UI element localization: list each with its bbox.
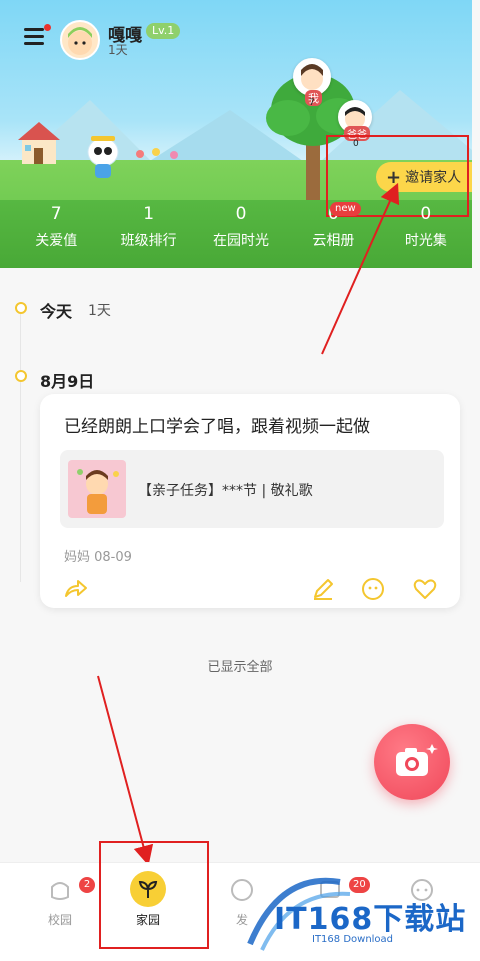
stat-value: 0 [235, 204, 247, 224]
camera-fab-button[interactable] [374, 724, 450, 800]
stat-label: 云相册 [312, 233, 355, 249]
stat-time-collection[interactable]: 0 时光集 [380, 196, 472, 268]
stat-care-value[interactable]: 7 关爱值 [10, 196, 102, 268]
nav-campus-badge: 2 [79, 877, 95, 893]
stat-label: 关爱值 [35, 233, 78, 249]
post-text: 已经朗朗上口学会了唱，跟着视频一起做 [64, 417, 370, 437]
timeline-line [20, 302, 21, 582]
timeline-today-days: 1天 [88, 303, 111, 319]
task-thumbnail [68, 460, 126, 518]
flowers-illustration [136, 148, 178, 159]
stat-label: 班级排行 [120, 233, 177, 249]
task-title: 【亲子任务】***节 | 敬礼歌 [138, 483, 313, 499]
stat-value: 1 [143, 204, 155, 224]
task-link[interactable]: 【亲子任务】***节 | 敬礼歌 [60, 450, 444, 528]
timeline-date: 8月9日 [40, 372, 95, 391]
nav-label: 校园 [47, 913, 72, 927]
member-me-count: 7 [309, 98, 315, 108]
watermark-sub: IT168 Download [312, 934, 394, 945]
stat-value: 0 [420, 204, 432, 224]
campus-icon [51, 882, 69, 900]
watermark-brand: IT168下载站 [274, 902, 467, 937]
camera-icon [396, 744, 438, 776]
new-badge: new [330, 202, 361, 216]
timeline-dot [15, 302, 27, 314]
post-card[interactable]: 已经朗朗上口学会了唱，跟着视频一起做 【亲子任务】***节 | 敬礼歌 妈妈 0… [40, 394, 460, 608]
post-author-date: 妈妈 08-09 [64, 550, 132, 565]
stat-school-time[interactable]: 0 在园时光 [195, 196, 287, 268]
days-count: 1天 [108, 43, 128, 57]
timeline-dot [15, 370, 27, 382]
mascot-illustration [87, 136, 119, 178]
share-icon[interactable] [62, 576, 88, 602]
avatar[interactable] [60, 20, 100, 60]
timeline-today: 今天 [40, 302, 73, 321]
stat-class-rank[interactable]: 1 班级排行 [102, 196, 194, 268]
stat-label: 时光集 [404, 233, 447, 249]
heart-icon[interactable] [412, 576, 438, 602]
level-badge: Lv.1 [146, 23, 181, 39]
edit-icon[interactable] [310, 576, 336, 602]
house-illustration [18, 122, 60, 164]
stats-bar: 7 关爱值 1 班级排行 0 在园时光 0 云相册 0 时光集 [10, 196, 472, 268]
all-shown-text: 已显示全部 [207, 660, 273, 675]
annotation-highlight-home [99, 841, 209, 949]
comment-icon[interactable] [360, 576, 386, 602]
notification-dot [44, 24, 51, 31]
menu-icon[interactable] [24, 28, 44, 46]
stat-value: 7 [50, 204, 62, 224]
stat-label: 在园时光 [213, 233, 270, 249]
